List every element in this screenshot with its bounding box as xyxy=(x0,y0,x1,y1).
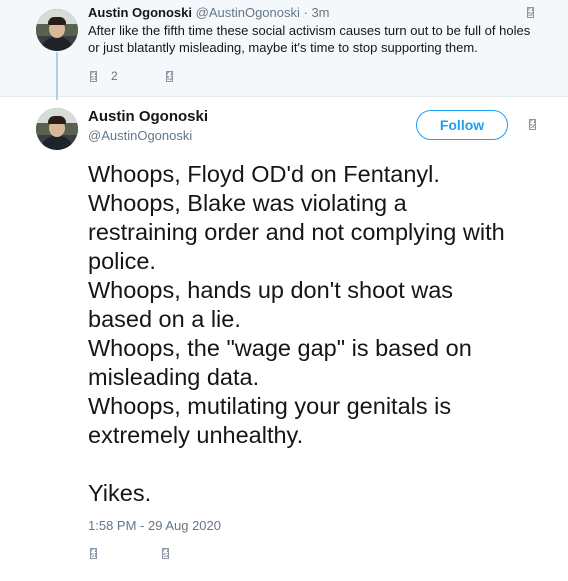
main-author-handle[interactable]: @AustinOgonoski xyxy=(88,128,192,143)
tweet-text-line: Whoops, the "wage gap" is based on xyxy=(88,335,472,361)
parent-tweet-actions: F1 51 2 F1 52 xyxy=(90,69,187,83)
tweet-text-line: Yikes. xyxy=(88,480,152,506)
reply-count: 2 xyxy=(111,69,118,83)
main-author-name[interactable]: Austin Ogonoski xyxy=(88,108,208,125)
tweet-text-line: restraining order and not complying with xyxy=(88,219,505,245)
tweet-text-line: Whoops, mutilating your genitals is xyxy=(88,393,452,419)
tweet-text-line: Whoops, Floyd OD'd on Fentanyl. xyxy=(88,161,440,187)
main-tweet-actions: F1 51 F1 52 xyxy=(90,548,234,559)
parent-tweet-time[interactable]: · 3m xyxy=(304,5,330,20)
retweet-icon[interactable]: F1 52 xyxy=(162,548,169,559)
retweet-icon[interactable]: F1 52 xyxy=(165,70,173,82)
tweet-text-line: misleading data. xyxy=(88,364,260,390)
reply-icon[interactable]: F1 51 xyxy=(90,70,97,82)
tweet-text-line: police. xyxy=(88,248,156,274)
parent-author-name[interactable]: Austin Ogonoski xyxy=(88,5,192,20)
tweet-text-line: Whoops, hands up don't shoot was xyxy=(88,277,454,303)
tweet-text-line xyxy=(88,450,558,479)
parent-tweet[interactable]: Austin Ogonoski @AustinOgonoski · 3m F1 5… xyxy=(0,0,568,97)
tweet-text-line: extremely unhealthy. xyxy=(88,422,304,448)
avatar-figure xyxy=(41,37,73,51)
main-tweet-text: Whoops, Floyd OD'd on Fentanyl. Whoops, … xyxy=(88,160,558,508)
chevron-down-icon[interactable]: F1 56 xyxy=(529,119,536,130)
avatar-hair xyxy=(48,116,66,124)
tweet-text-line: based on a lie. xyxy=(88,306,241,332)
chevron-down-icon[interactable]: F1 56 xyxy=(527,7,534,18)
avatar-figure xyxy=(41,136,73,150)
tweet-timestamp[interactable]: 1:58 PM - 29 Aug 2020 xyxy=(88,518,221,533)
tweet-text-line: Whoops, Blake was violating a xyxy=(88,190,407,216)
parent-avatar[interactable] xyxy=(36,9,78,51)
parent-tweet-text: After like the fifth time these social a… xyxy=(88,23,531,55)
reply-icon[interactable]: F1 51 xyxy=(90,548,97,559)
thread-connector-line xyxy=(56,52,58,100)
avatar-hair xyxy=(48,17,66,25)
parent-author-handle[interactable]: @AustinOgonoski xyxy=(196,5,300,20)
follow-button[interactable]: Follow xyxy=(416,110,508,140)
parent-tweet-header: Austin Ogonoski @AustinOgonoski · 3m xyxy=(88,5,330,20)
main-avatar[interactable] xyxy=(36,108,78,150)
